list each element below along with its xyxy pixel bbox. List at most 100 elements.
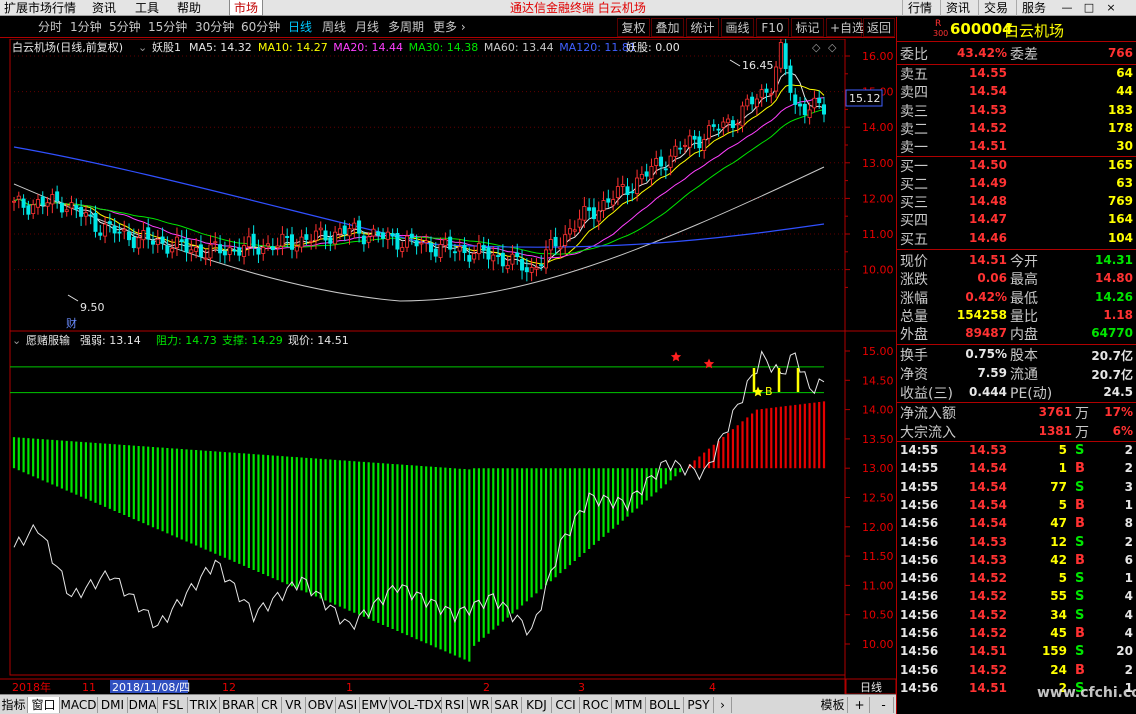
period-30min[interactable]: 30分钟 (195, 19, 234, 35)
candle-body (342, 225, 347, 235)
tick-side: B (1075, 662, 1085, 678)
menu-info[interactable]: 资讯 (940, 0, 975, 16)
mark-button[interactable]: 标记 (791, 18, 824, 37)
tab-cr[interactable]: CR (258, 697, 282, 713)
tab-roc[interactable]: ROC (580, 697, 612, 713)
tab-wr[interactable]: WR (468, 697, 492, 713)
back-button[interactable]: 返回 (863, 18, 895, 37)
menu-tools[interactable]: 工具 (135, 0, 159, 16)
menu-help[interactable]: 帮助 (177, 0, 201, 16)
candle-body (246, 236, 251, 247)
stock-chart-area[interactable]: 16.00 15.00 14.00 13.00 12.00 11.00 10.00 白云机场… (0, 39, 896, 694)
period-60min[interactable]: 60分钟 (241, 19, 280, 35)
adjust-button[interactable]: 复权 (617, 18, 650, 37)
minimize-button[interactable]: — (1060, 1, 1074, 14)
tab-voltdx[interactable]: VOL-TDX (390, 697, 442, 713)
tab-trix[interactable]: TRIX (188, 697, 220, 713)
tab-asi[interactable]: ASI (336, 697, 360, 713)
candle-body (448, 236, 453, 250)
remove-panel-button[interactable]: - (874, 697, 894, 713)
candle-body (496, 255, 501, 257)
menu-news[interactable]: 资讯 (92, 0, 116, 16)
stat-label: 外盘 (900, 327, 928, 344)
menu-extended-market[interactable]: 扩展市场行情 (4, 0, 76, 16)
candle-body (88, 214, 93, 217)
candle-body (678, 147, 683, 150)
tab-[interactable]: 指标 (0, 697, 28, 713)
sub-histogram (12, 401, 826, 662)
menu-quote[interactable]: 行情 (902, 0, 937, 16)
candle-body (524, 267, 529, 273)
high-label: 16.45 (742, 59, 774, 72)
tick-side: B (1075, 497, 1085, 513)
tab-macd[interactable]: MACD (60, 697, 98, 713)
collapse-icon[interactable]: ⌄ (138, 41, 147, 54)
tab-[interactable]: › (714, 697, 732, 713)
period-daily[interactable]: 日线 (288, 19, 312, 35)
stat-label: 涨幅 (900, 290, 928, 307)
indicator-label[interactable]: 妖股1 (152, 40, 181, 54)
tab-sar[interactable]: SAR (492, 697, 522, 713)
candle-body (170, 248, 175, 253)
time-label-dec: 12 (222, 681, 236, 694)
candle-body (754, 98, 759, 108)
stat-label: 量比 (1010, 308, 1038, 325)
sub-indicator-name[interactable]: 愿赌服输 (26, 333, 70, 347)
tab-brar[interactable]: BRAR (220, 697, 258, 713)
period-5min[interactable]: 5分钟 (109, 19, 141, 35)
period-multi[interactable]: 多周期 (388, 19, 424, 35)
tab-boll[interactable]: BOLL (646, 697, 684, 713)
period-timeshare[interactable]: 分时 (38, 19, 62, 35)
tab-emv[interactable]: EMV (360, 697, 390, 713)
candle-body (500, 252, 505, 267)
tab-mtm[interactable]: MTM (612, 697, 646, 713)
tick-price: 14.52 (969, 626, 1007, 640)
tab-obv[interactable]: OBV (306, 697, 336, 713)
add-favorite-button[interactable]: +自选 (826, 18, 864, 37)
tab-fsl[interactable]: FSL (158, 697, 188, 713)
tick-time: 14:56 (900, 644, 939, 659)
template-button[interactable]: 模板 (818, 697, 848, 713)
tab-vr[interactable]: VR (282, 697, 306, 713)
tick-side: S (1075, 443, 1085, 458)
candle-body (50, 194, 55, 205)
candle-body (625, 186, 630, 196)
draw-line-button[interactable]: 画线 (721, 18, 754, 37)
f10-button[interactable]: F10 (756, 18, 789, 37)
sub-white-line (13, 350, 825, 636)
tick-volume: 5 (1058, 443, 1067, 457)
candle-body (112, 225, 117, 234)
diamond-icon[interactable]: ◇ (812, 41, 821, 54)
tab-[interactable]: 窗口 (28, 697, 60, 713)
sub-tick: 14.50 (862, 374, 894, 387)
menu-service[interactable]: 服务 (1016, 0, 1051, 16)
time-label-apr: 4 (709, 681, 716, 694)
close-button[interactable]: × (1104, 1, 1118, 14)
period-1min[interactable]: 1分钟 (70, 19, 102, 35)
add-panel-button[interactable]: + (850, 697, 870, 713)
price-tick: 11.00 (862, 228, 894, 241)
tab-cci[interactable]: CCI (552, 697, 580, 713)
maximize-button[interactable]: □ (1082, 1, 1096, 14)
tab-dma[interactable]: DMA (128, 697, 158, 713)
period-more[interactable]: 更多 › (433, 19, 466, 35)
menu-market-tab[interactable]: 市场 (229, 0, 264, 16)
stats-button[interactable]: 统计 (686, 18, 719, 37)
candle-body (208, 244, 213, 259)
tab-dmi[interactable]: DMI (98, 697, 128, 713)
period-15min[interactable]: 15分钟 (148, 19, 187, 35)
menu-trade[interactable]: 交易 (978, 0, 1013, 16)
diamond-icon-2[interactable]: ◇ (828, 41, 837, 54)
tick-side: S (1075, 534, 1085, 550)
tab-kdj[interactable]: KDJ (522, 697, 552, 713)
overlay-button[interactable]: 叠加 (651, 18, 684, 37)
candle-body (582, 206, 587, 221)
candle-body (812, 97, 817, 109)
period-weekly[interactable]: 周线 (322, 19, 346, 35)
stock-label: 白云机场(日线,前复权) (12, 40, 123, 54)
candle-body (270, 246, 275, 251)
tab-psy[interactable]: PSY (684, 697, 714, 713)
sub-collapse-icon[interactable]: ⌄ (12, 334, 21, 347)
period-monthly[interactable]: 月线 (355, 19, 379, 35)
tab-rsi[interactable]: RSI (442, 697, 468, 713)
